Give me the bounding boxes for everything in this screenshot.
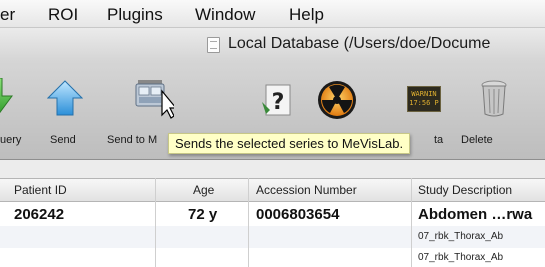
column-separator [155, 178, 156, 267]
radiation-icon[interactable] [317, 80, 357, 120]
send-button-label[interactable]: Send [50, 134, 76, 146]
cell-study-description[interactable]: Abdomen …rwa [418, 206, 532, 223]
column-separator [411, 178, 412, 267]
cell-patient-id[interactable]: 206242 [14, 206, 64, 223]
menu-bar: er ROI Plugins Window Help [0, 0, 545, 28]
menu-item-viewer[interactable]: er [0, 5, 15, 25]
menu-item-plugins[interactable]: Plugins [107, 5, 163, 25]
trash-icon[interactable] [481, 80, 507, 118]
send-arrow-icon[interactable] [47, 80, 83, 116]
column-separator [248, 178, 249, 267]
document-icon [207, 37, 220, 53]
help-document-icon[interactable]: ? [260, 82, 294, 118]
svg-text:?: ? [272, 90, 285, 115]
query-button-label[interactable]: uery [0, 134, 21, 146]
cell-age[interactable]: 72 y [188, 206, 217, 223]
column-header-age[interactable]: Age [193, 183, 214, 197]
window-title: Local Database (/Users/doe/Docume [228, 35, 491, 52]
delete-button-label[interactable]: Delete [461, 134, 493, 146]
menu-item-roi[interactable]: ROI [48, 5, 78, 25]
column-header-patient-id[interactable]: Patient ID [14, 183, 67, 197]
send-to-button-label[interactable]: Send to M [107, 134, 157, 146]
tooltip: Sends the selected series to MeVisLab. [168, 133, 411, 154]
mevis-icon-text-1: WARNIN [411, 90, 436, 98]
series-row-label[interactable]: 07_rbk_Thorax_Ab [418, 231, 503, 242]
mevis-icon-text-2: 17:56 P [409, 99, 439, 107]
query-arrow-icon[interactable] [0, 78, 14, 116]
column-header-study-description[interactable]: Study Description [418, 183, 512, 197]
menu-item-window[interactable]: Window [195, 5, 255, 25]
menu-item-help[interactable]: Help [289, 5, 324, 25]
mevislab-monitor-icon[interactable]: WARNIN 17:56 P [407, 86, 441, 112]
cell-accession-number[interactable]: 0006803654 [256, 206, 339, 223]
send-to-network-icon[interactable] [134, 77, 174, 119]
meta-data-button-label[interactable]: ta [434, 134, 443, 146]
column-header-accession-number[interactable]: Accession Number [256, 183, 357, 197]
series-row-label[interactable]: 07_rbk_Thorax_Ab [418, 252, 503, 263]
